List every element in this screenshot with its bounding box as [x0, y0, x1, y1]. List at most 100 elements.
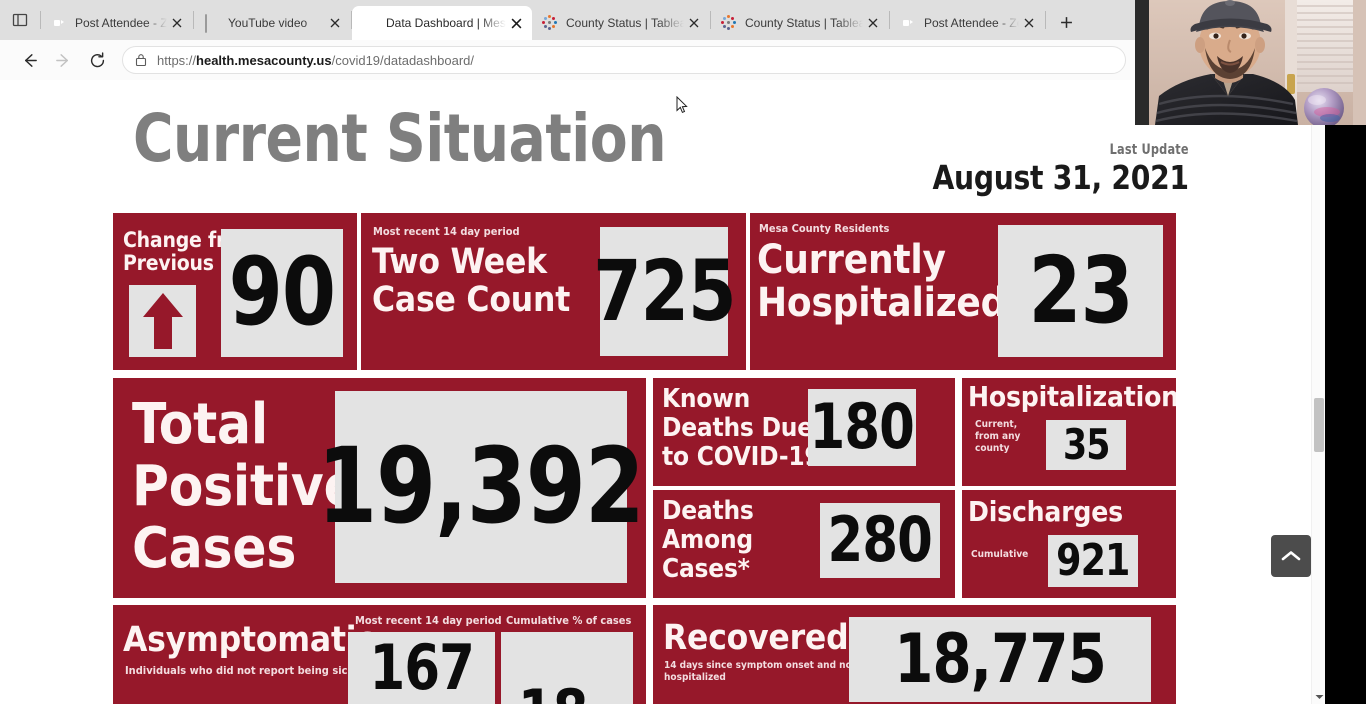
tab-close-icon[interactable] [325, 13, 345, 33]
tab-close-icon[interactable] [1019, 13, 1039, 33]
card-value: 921 [1056, 534, 1130, 586]
card-value-box: 180 [808, 389, 916, 466]
card-value-box: 280 [820, 503, 940, 578]
card-title: Discharges [968, 495, 1123, 528]
card-value-box: 90 [221, 229, 343, 357]
document-icon [204, 14, 220, 33]
card-value: 725 [592, 242, 736, 341]
card-subtitle: Cumulative [971, 549, 1029, 560]
card-value-box: 18,775 [849, 617, 1151, 702]
tab-close-icon[interactable] [506, 13, 526, 33]
card-value: 18,775 [894, 619, 1107, 699]
card-title: Asymptomatic [123, 620, 375, 660]
tab-title: Post Attendee - Zoom [924, 16, 1019, 30]
url-domain: health.mesacounty.us [196, 52, 332, 68]
tab-list-icon[interactable] [0, 0, 40, 40]
card-currently-hospitalized: Mesa County Residents Currently Hospital… [750, 213, 1176, 370]
page-viewport: Current Situation Last Update August 31,… [0, 80, 1311, 704]
url-path: /covid19/datadashboard/ [331, 52, 474, 68]
card-value: 90 [228, 238, 336, 348]
back-button[interactable] [12, 45, 46, 75]
address-bar-url: https://health.mesacounty.us/covid19/dat… [151, 53, 474, 68]
last-update-label: Last Update [1109, 142, 1189, 158]
card-value: 280 [827, 503, 933, 577]
tab-close-icon[interactable] [863, 13, 883, 33]
right-gutter [1325, 80, 1366, 704]
card-subtitle: Most recent 14 day period [373, 225, 520, 238]
card-value-box: 23 [998, 225, 1163, 357]
reload-button[interactable] [80, 45, 114, 75]
card-title: Deaths Among Cases* [662, 496, 754, 584]
asymptomatic-recent-label: Most recent 14 day period [355, 614, 502, 627]
card-title: Two Week Case Count [372, 242, 571, 320]
last-update-date: August 31, 2021 [932, 158, 1190, 197]
browser-tab-3[interactable]: County Status | Tableau Public [532, 6, 710, 40]
asymptomatic-cumulative-value-box: 18 % [501, 632, 633, 704]
page-title: Current Situation [133, 100, 667, 177]
tab-separator [1045, 11, 1046, 29]
browser-tab-4[interactable]: County Status | Tableau Public [711, 6, 889, 40]
card-change-from-previous-day: Change from Previous Day 90 [113, 213, 357, 370]
card-subtitle: Individuals who did not report being sic… [125, 664, 355, 677]
webcam-video [1135, 0, 1366, 125]
asymptomatic-cumulative-value: 18 [518, 682, 588, 704]
vertical-scrollbar[interactable] [1311, 80, 1325, 704]
up-arrow-icon [129, 285, 196, 357]
card-two-week-case-count: Most recent 14 day period Two Week Case … [361, 213, 746, 370]
card-subtitle: 14 days since symptom onset and not hosp… [664, 660, 857, 683]
card-value: 19,392 [317, 425, 646, 548]
card-value-box: 19,392 [318, 391, 645, 583]
up-arrow-glyph [142, 293, 183, 349]
card-value: 180 [809, 390, 915, 464]
card-title: Known Deaths Due to COVID-19 [662, 384, 821, 472]
url-prefix: https:// [157, 52, 197, 68]
card-hospitalizations: Hospitalizations Current, from any count… [962, 378, 1176, 486]
browser-tab-0[interactable]: Post Attendee - Zoom [41, 6, 193, 40]
card-value-box: 35 [1046, 420, 1126, 470]
tab-title: County Status | Tableau Public [745, 16, 863, 30]
asymptomatic-recent-value: 167 [369, 630, 474, 704]
tab-close-icon[interactable] [684, 13, 704, 33]
scroll-down-arrow-icon[interactable] [1312, 690, 1326, 704]
card-total-positive-cases: Total Positive Cases 19,392 [113, 378, 646, 598]
last-update-block: Last Update August 31, 2021 [919, 142, 1190, 198]
mouse-cursor [676, 95, 688, 114]
back-to-top-button[interactable] [1271, 535, 1311, 577]
new-tab-button[interactable] [1052, 8, 1080, 36]
browser-tab-2[interactable]: Data Dashboard | Mesa County [352, 6, 532, 40]
tab-title: Data Dashboard | Mesa County [386, 16, 506, 30]
lock-icon [131, 50, 151, 70]
card-title: Currently Hospitalized [757, 237, 1007, 326]
address-bar[interactable]: https://health.mesacounty.us/covid19/dat… [122, 46, 1126, 74]
card-deaths-among-cases: Deaths Among Cases* 280 [653, 490, 955, 598]
browser-tab-5[interactable]: Post Attendee - Zoom [890, 6, 1045, 40]
tableau-icon [542, 15, 558, 31]
forward-button[interactable] [46, 45, 80, 75]
tableau-icon [721, 15, 737, 31]
card-value-box: 725 [593, 227, 736, 356]
browser-tab-1[interactable]: YouTube video [194, 6, 351, 40]
card-title: Recovered [663, 618, 849, 658]
card-value: 23 [1028, 237, 1133, 345]
card-discharges: Discharges Cumulative 921 [962, 490, 1176, 598]
card-value: 35 [1062, 419, 1110, 469]
card-value-box: 921 [1048, 535, 1138, 587]
chevron-up-icon [1281, 551, 1301, 561]
tab-title: YouTube video [228, 16, 308, 30]
tab-close-icon[interactable] [167, 13, 187, 33]
card-title: Hospitalizations [968, 380, 1176, 413]
card-recovered: Recovered 14 days since symptom onset an… [653, 605, 1176, 704]
card-subtitle: Mesa County Residents [759, 222, 890, 235]
webcam-overlay [1135, 0, 1366, 125]
zoom-icon [900, 15, 916, 31]
asymptomatic-recent-value-box: 167 [348, 632, 495, 704]
card-known-deaths-due-to-covid-19: Known Deaths Due to COVID-19 180 [653, 378, 955, 486]
card-asymptomatic: Asymptomatic Individuals who did not rep… [113, 605, 646, 704]
screen: Post Attendee - Zoom YouTube video Data … [0, 0, 1366, 704]
tab-title: County Status | Tableau Public [566, 16, 684, 30]
card-subtitle: Current, from any county [975, 419, 1021, 454]
asymptomatic-cumulative-label: Cumulative % of cases [506, 614, 632, 627]
scrollbar-thumb[interactable] [1314, 398, 1324, 452]
zoom-icon [51, 15, 67, 31]
mesa-county-icon [362, 15, 378, 31]
